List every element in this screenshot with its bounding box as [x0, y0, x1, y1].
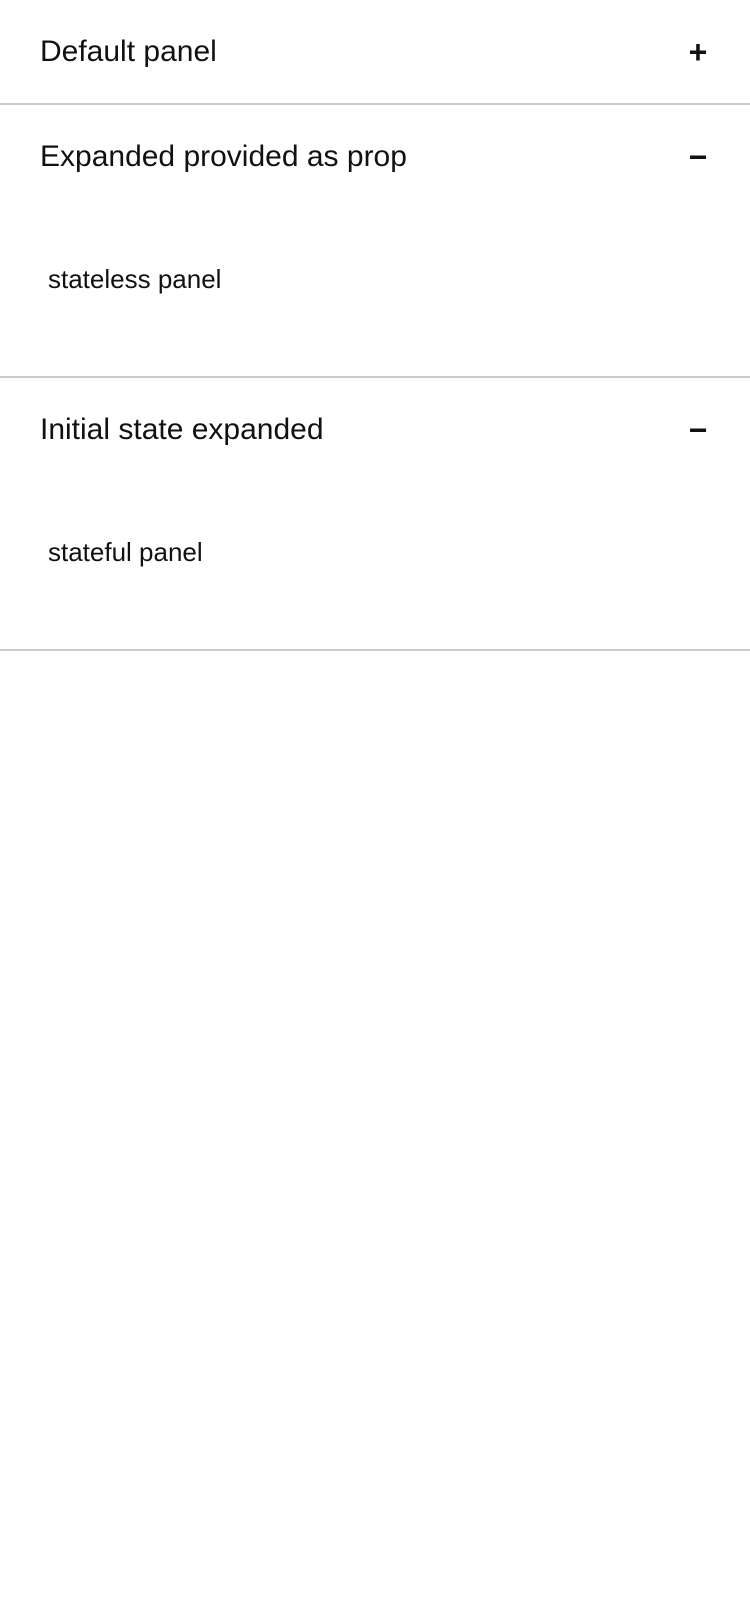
plus-icon[interactable]: +: [686, 36, 710, 68]
minus-icon[interactable]: −: [686, 141, 710, 173]
panel-title: Expanded provided as prop: [40, 139, 407, 173]
panel-initial-expanded-body: stateful panel: [0, 481, 750, 649]
panel-default-header[interactable]: Default panel +: [0, 0, 750, 103]
panel-initial-expanded: Initial state expanded − stateful panel: [0, 378, 750, 651]
panel-initial-expanded-header[interactable]: Initial state expanded −: [0, 378, 750, 481]
panel-content: stateful panel: [48, 537, 203, 567]
panel-title: Initial state expanded: [40, 412, 324, 446]
accordion: Default panel + Expanded provided as pro…: [0, 0, 750, 651]
minus-icon[interactable]: −: [686, 414, 710, 446]
panel-title: Default panel: [40, 34, 217, 68]
panel-content: stateless panel: [48, 264, 222, 294]
panel-expanded-prop-header[interactable]: Expanded provided as prop −: [0, 105, 750, 208]
panel-default: Default panel +: [0, 0, 750, 105]
panel-expanded-prop: Expanded provided as prop − stateless pa…: [0, 105, 750, 378]
panel-expanded-prop-body: stateless panel: [0, 208, 750, 376]
